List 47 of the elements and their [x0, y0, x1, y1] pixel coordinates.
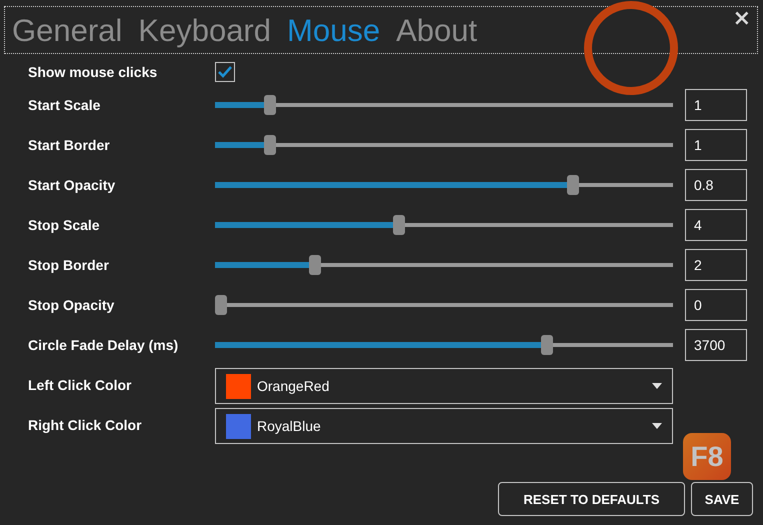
value-field[interactable]: 0.8 [685, 169, 747, 201]
value-field[interactable]: 1 [685, 129, 747, 161]
dropdown-value: OrangeRed [257, 378, 330, 394]
value-field[interactable]: 0 [685, 289, 747, 321]
slider[interactable] [215, 135, 673, 155]
slider-thumb[interactable] [393, 215, 406, 235]
setting-label: Stop Border [28, 257, 110, 273]
slider[interactable] [215, 295, 673, 315]
slider[interactable] [215, 95, 673, 115]
slider-thumb[interactable] [264, 135, 276, 155]
setting-label: Show mouse clicks [28, 64, 158, 80]
color-dropdown[interactable]: OrangeRed [215, 368, 673, 404]
tab[interactable]: Mouse [287, 14, 380, 46]
slider[interactable] [215, 175, 673, 195]
close-button[interactable]: × [732, 8, 751, 30]
value-field[interactable]: 4 [685, 209, 747, 241]
value-field[interactable]: 2 [685, 249, 747, 281]
setting-label: Stop Opacity [28, 297, 116, 313]
setting-label: Start Border [28, 137, 111, 153]
setting-label: Start Scale [28, 97, 102, 113]
setting-label: Left Click Color [28, 377, 132, 393]
tab[interactable]: About [396, 14, 478, 46]
slider-thumb[interactable] [264, 95, 276, 115]
slider-thumb[interactable] [308, 255, 321, 275]
setting-label: Right Click Color [28, 417, 143, 433]
value-field[interactable]: 3700 [685, 329, 747, 361]
setting-label: Circle Fade Delay (ms) [28, 337, 180, 353]
caret-icon [652, 423, 662, 429]
caret-icon [652, 383, 662, 389]
slider-thumb[interactable] [540, 335, 553, 355]
slider-thumb[interactable] [215, 295, 227, 315]
slider[interactable] [215, 255, 673, 275]
save-button[interactable]: SAVE [691, 482, 753, 516]
dropdown-value: RoyalBlue [257, 418, 322, 434]
app-badge: F8 [683, 433, 731, 480]
setting-label: Start Opacity [28, 177, 116, 193]
slider[interactable] [215, 215, 673, 235]
slider-thumb[interactable] [567, 175, 580, 195]
checkbox[interactable] [215, 62, 235, 82]
check-icon [217, 65, 233, 79]
color-dropdown[interactable]: RoyalBlue [215, 408, 673, 444]
value-field[interactable]: 1 [685, 89, 747, 121]
reset-button[interactable]: RESET TO DEFAULTS [498, 482, 685, 516]
setting-label: Stop Scale [28, 217, 101, 233]
slider[interactable] [215, 335, 673, 355]
tab[interactable]: Keyboard [138, 14, 272, 46]
tab[interactable]: General [12, 14, 122, 46]
